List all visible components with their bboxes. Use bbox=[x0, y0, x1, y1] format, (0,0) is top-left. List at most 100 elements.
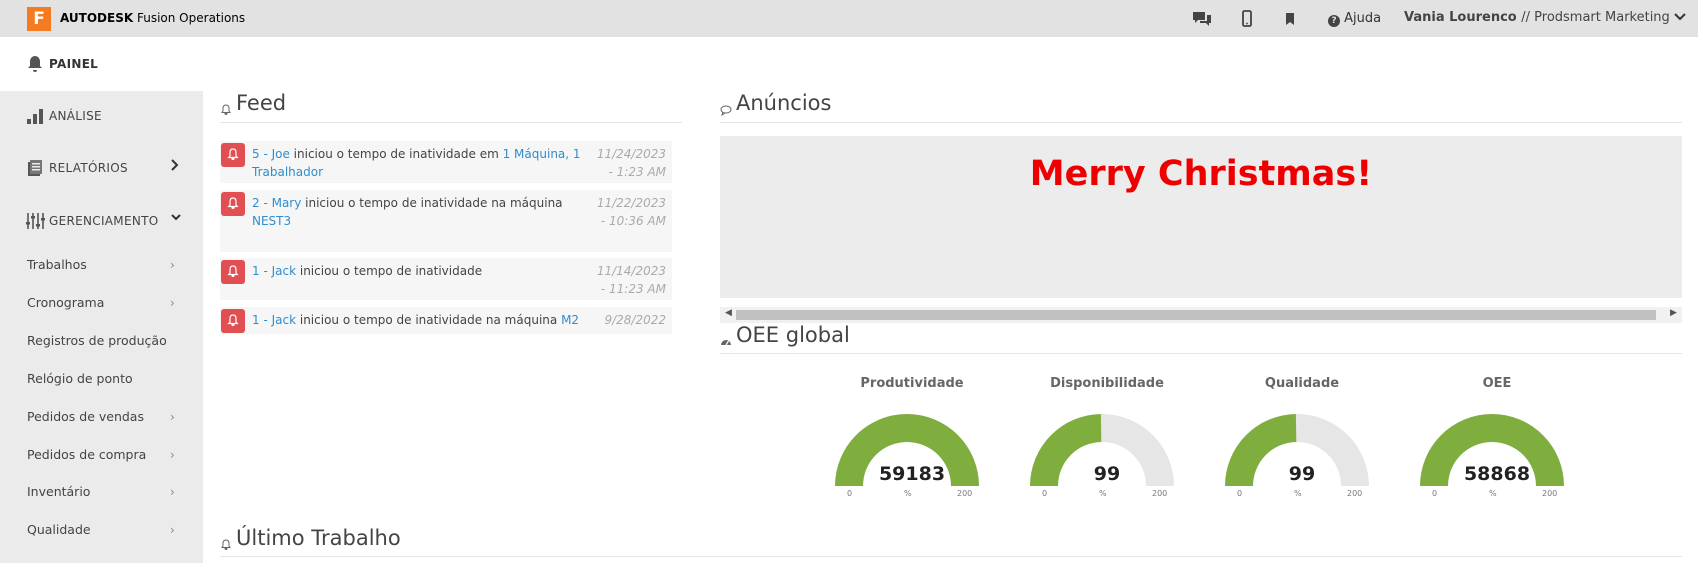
top-bar: F AUTODESK Fusion Operations ? Ajuda Van… bbox=[0, 0, 1698, 37]
mobile-icon[interactable] bbox=[1236, 8, 1258, 30]
feed-text: 2 - Mary iniciou o tempo de inatividade … bbox=[252, 194, 582, 230]
help-icon: ? bbox=[1328, 15, 1340, 27]
chevron-down-icon bbox=[170, 212, 182, 228]
feed-text: 1 - Jack iniciou o tempo de inatividade bbox=[252, 262, 582, 280]
feed-message: iniciou o tempo de inatividade bbox=[296, 264, 483, 278]
chevron-right-icon: › bbox=[170, 485, 175, 499]
gauge-max: 200 bbox=[1152, 489, 1168, 498]
gauge-unit: % bbox=[904, 489, 912, 498]
feed-target-link[interactable]: NEST3 bbox=[252, 214, 291, 228]
bell-icon bbox=[25, 54, 45, 74]
horizontal-scrollbar[interactable]: ◀ ▶ bbox=[720, 307, 1682, 323]
sidebar-subitem-cronograma[interactable]: Cronograma bbox=[27, 295, 104, 310]
gauge-value: 58868 bbox=[1463, 463, 1531, 485]
announcement-message: Merry Christmas! bbox=[1029, 154, 1373, 194]
last-job-title-text: Último Trabalho bbox=[236, 526, 401, 550]
bar-chart-icon bbox=[25, 106, 45, 126]
feed-worker-link[interactable]: 1 - Jack bbox=[252, 264, 296, 278]
bell-icon bbox=[220, 97, 232, 115]
scroll-left-icon[interactable]: ◀ bbox=[725, 308, 732, 318]
sidebar-item-painel[interactable]: PAINEL bbox=[25, 54, 98, 74]
feed-date: 11/24/2023 - 1:23 AM bbox=[596, 147, 666, 179]
feed-text: 1 - Jack iniciou o tempo de inatividade … bbox=[252, 311, 582, 329]
alert-bell-icon bbox=[221, 143, 245, 167]
bookmark-icon[interactable] bbox=[1279, 8, 1301, 30]
chat-icon[interactable] bbox=[1191, 8, 1213, 30]
feed-target-link[interactable]: M2 bbox=[561, 313, 579, 327]
feed-message: iniciou o tempo de inatividade em bbox=[289, 147, 503, 161]
announcement-panel: Merry Christmas! bbox=[720, 136, 1682, 298]
sidebar-subitem-inventario[interactable]: Inventário bbox=[27, 484, 90, 499]
alert-bell-icon bbox=[221, 309, 245, 333]
comment-icon bbox=[720, 97, 732, 117]
sidebar-subitem-registros[interactable]: Registros de produção bbox=[27, 333, 167, 348]
gauge-label: Produtividade bbox=[860, 376, 964, 391]
sidebar-subitem-pedidos-vendas[interactable]: Pedidos de vendas bbox=[27, 409, 144, 424]
sidebar-subitem-relogio[interactable]: Relógio de ponto bbox=[27, 371, 133, 386]
gauge-value: 59183 bbox=[878, 463, 946, 485]
painel-bar bbox=[0, 37, 1698, 91]
gauge-min: 0 bbox=[1042, 489, 1048, 498]
chevron-down-icon bbox=[1674, 11, 1687, 26]
feed-text: 5 - Joe iniciou o tempo de inatividade e… bbox=[252, 145, 582, 181]
fusion-logo[interactable]: F bbox=[27, 7, 51, 31]
gauge-max: 200 bbox=[1542, 489, 1558, 498]
help-label: Ajuda bbox=[1344, 11, 1382, 26]
chevron-right-icon: › bbox=[170, 410, 175, 424]
feed-title: Feed bbox=[220, 91, 286, 115]
alert-bell-icon bbox=[221, 260, 245, 284]
feed-date: 9/28/2022 bbox=[604, 313, 666, 327]
scroll-right-icon[interactable]: ▶ bbox=[1670, 308, 1677, 318]
sidebar-label-painel: PAINEL bbox=[49, 57, 99, 71]
gauge-unit: % bbox=[1294, 489, 1302, 498]
gauge-value: 99 bbox=[1093, 463, 1121, 485]
feed-worker-link[interactable]: 1 - Jack bbox=[252, 313, 296, 327]
oee-gauge: Disponibilidade 99 0% 200 bbox=[1027, 376, 1187, 501]
gauge-value: 99 bbox=[1288, 463, 1316, 485]
sidebar-subitem-qualidade[interactable]: Qualidade bbox=[27, 522, 91, 537]
chevron-right-icon: › bbox=[170, 296, 175, 310]
sidebar-label-gerenciamento: GERENCIAMENTO bbox=[49, 214, 159, 228]
feed-date: 11/22/2023 - 10:36 AM bbox=[596, 196, 666, 228]
announcements-title: Anúncios bbox=[720, 91, 832, 117]
sidebar-item-relatorios[interactable]: RELATÓRIOS bbox=[25, 158, 128, 178]
feed-worker-link[interactable]: 2 - Mary bbox=[252, 196, 301, 210]
oee-title-text: OEE global bbox=[736, 323, 850, 347]
chevron-right-icon: › bbox=[170, 523, 175, 537]
feed-item: 1 - Jack iniciou o tempo de inatividade … bbox=[220, 307, 672, 334]
brand-name[interactable]: AUTODESK Fusion Operations bbox=[60, 11, 245, 25]
sidebar-item-analise[interactable]: ANÁLISE bbox=[25, 106, 102, 126]
oee-gauge: Produtividade 59183 0% 200 bbox=[832, 376, 992, 501]
chevron-right-icon bbox=[170, 158, 180, 176]
sidebar-item-gerenciamento[interactable]: GERENCIAMENTO bbox=[25, 211, 159, 231]
feed-item: 5 - Joe iniciou o tempo de inatividade e… bbox=[220, 141, 672, 183]
bell-icon bbox=[220, 532, 232, 550]
divider bbox=[720, 353, 1682, 354]
oee-gauge: OEE 58868 0% 200 bbox=[1417, 376, 1577, 501]
user-name: Vania Lourenco bbox=[1404, 10, 1517, 25]
gauge-label: OEE bbox=[1482, 376, 1512, 391]
alert-bell-icon bbox=[221, 192, 245, 216]
gauge-label: Qualidade bbox=[1264, 376, 1340, 391]
report-icon bbox=[25, 158, 45, 178]
scroll-thumb[interactable] bbox=[736, 310, 1656, 320]
last-job-title: Último Trabalho bbox=[220, 526, 401, 550]
announcements-title-text: Anúncios bbox=[736, 91, 832, 115]
divider bbox=[720, 122, 1682, 123]
sidebar-subitem-pedidos-compra[interactable]: Pedidos de compra bbox=[27, 447, 146, 462]
oee-title: OEE global bbox=[720, 323, 850, 347]
gauge-max: 200 bbox=[1347, 489, 1363, 498]
user-menu[interactable]: Vania Lourenco // Prodsmart Marketing bbox=[1404, 10, 1687, 26]
gauge-label: Disponibilidade bbox=[1050, 376, 1164, 391]
brand-product: Fusion Operations bbox=[136, 11, 246, 25]
oee-gauge: Qualidade 99 0% 200 bbox=[1222, 376, 1382, 501]
feed-worker-link[interactable]: 5 - Joe bbox=[252, 147, 290, 161]
chevron-right-icon: › bbox=[170, 258, 175, 272]
help-link[interactable]: ? Ajuda bbox=[1328, 11, 1381, 27]
gauge-min: 0 bbox=[1432, 489, 1438, 498]
sidebar-subitem-trabalhos[interactable]: Trabalhos bbox=[27, 257, 87, 272]
divider bbox=[220, 556, 1682, 557]
brand-bold: AUTODESK bbox=[60, 11, 134, 25]
user-org: // Prodsmart Marketing bbox=[1521, 10, 1670, 25]
sidebar-label-analise: ANÁLISE bbox=[49, 109, 102, 123]
